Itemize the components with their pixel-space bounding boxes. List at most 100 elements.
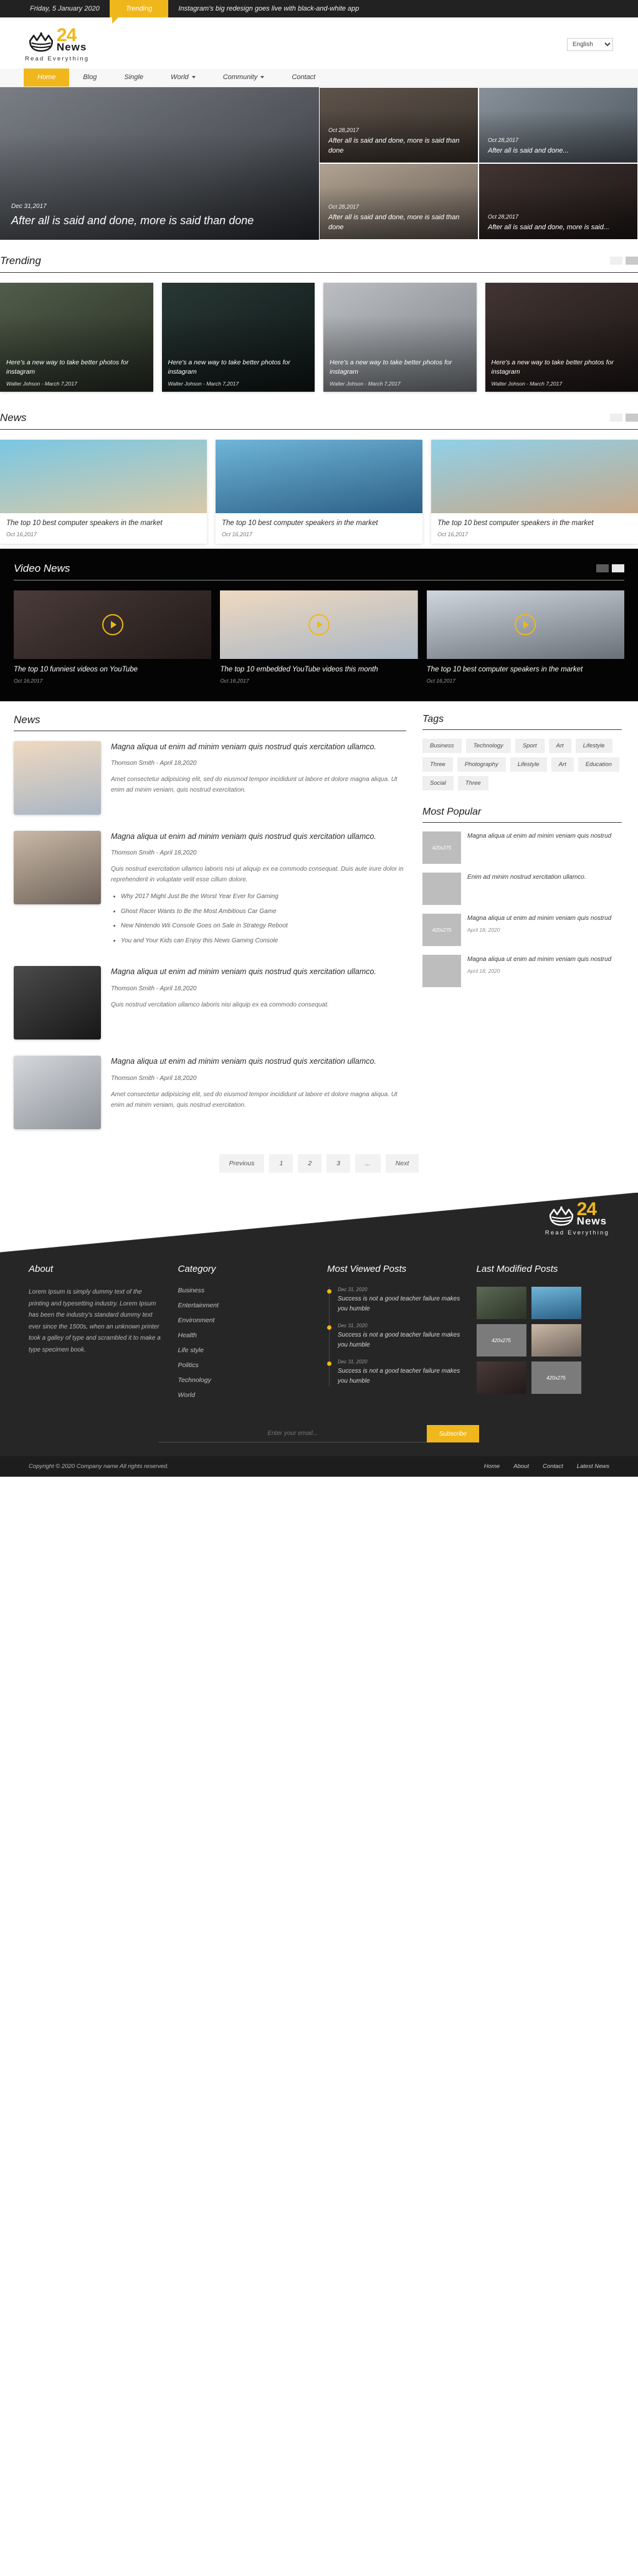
- footer-category-item[interactable]: Health: [178, 1332, 312, 1339]
- language-select[interactable]: English: [567, 38, 613, 52]
- newsletter-email-input[interactable]: [158, 1425, 427, 1443]
- last-modified-thumb[interactable]: [476, 1287, 526, 1320]
- popular-thumbnail: [422, 873, 461, 905]
- blog-post[interactable]: Magna aliqua ut enim ad minim veniam qui…: [14, 1056, 406, 1130]
- trending-tab[interactable]: Trending: [109, 0, 169, 24]
- blog-post[interactable]: Magna aliqua ut enim ad minim veniam qui…: [14, 831, 406, 950]
- footer-most-viewed-title: Most Viewed Posts: [327, 1264, 407, 1275]
- news-card[interactable]: The top 10 best computer speakers in the…: [0, 439, 207, 544]
- tag-item[interactable]: Art: [551, 757, 574, 772]
- nav-label: Blog: [83, 73, 97, 81]
- tag-item[interactable]: Three: [422, 757, 453, 772]
- footer-category-item[interactable]: Environment: [178, 1317, 312, 1324]
- play-icon[interactable]: [308, 613, 330, 635]
- hero-main-story[interactable]: Dec 31,2017 After all is said and done, …: [0, 87, 319, 240]
- subscribe-button[interactable]: Subscribe: [426, 1425, 480, 1443]
- pagination-previous[interactable]: Previous: [219, 1154, 265, 1173]
- carousel-next-button[interactable]: [626, 414, 638, 422]
- nav-label: Community: [222, 73, 258, 81]
- footer-category-item[interactable]: Entertainment: [178, 1302, 312, 1309]
- last-modified-thumb[interactable]: [531, 1324, 581, 1357]
- tag-item[interactable]: Lifestyle: [575, 739, 612, 753]
- hero-tile[interactable]: Oct 28,2017 After all is said and done..…: [478, 87, 638, 163]
- tag-item[interactable]: Social: [422, 776, 454, 790]
- footer-category-item[interactable]: Technology: [178, 1376, 312, 1384]
- pagination-page-3[interactable]: 3: [326, 1154, 351, 1173]
- carousel-prev-button[interactable]: [596, 564, 609, 573]
- card-title: The top 10 best computer speakers in the…: [222, 519, 378, 527]
- popular-item[interactable]: 420x275 Magna aliqua ut enim ad minim ve…: [422, 914, 622, 946]
- footer-link-home[interactable]: Home: [484, 1463, 500, 1470]
- carousel-next-button[interactable]: [612, 564, 624, 573]
- trending-card[interactable]: Here's a new way to take better photos f…: [323, 282, 477, 392]
- pagination-page-2[interactable]: 2: [298, 1154, 322, 1173]
- hero-tile-title: After all is said and done, more is said…: [488, 223, 610, 231]
- news-card[interactable]: The top 10 best computer speakers in the…: [216, 439, 422, 544]
- video-card[interactable]: The top 10 best computer speakers in the…: [426, 590, 624, 684]
- footer-link-contact[interactable]: Contact: [543, 1463, 563, 1470]
- last-modified-thumb[interactable]: 420x275: [476, 1324, 526, 1357]
- carousel-prev-button[interactable]: [610, 414, 622, 422]
- popular-item[interactable]: Magna aliqua ut enim ad minim veniam qui…: [422, 955, 622, 987]
- play-icon[interactable]: [515, 613, 536, 635]
- site-header: 24 News Read Everything English: [0, 17, 638, 69]
- nav-item-blog[interactable]: Blog: [69, 69, 110, 87]
- play-icon[interactable]: [102, 613, 123, 635]
- tag-item[interactable]: Technology: [465, 739, 511, 753]
- tag-item[interactable]: Sport: [515, 739, 545, 753]
- tag-item[interactable]: Art: [548, 739, 571, 753]
- footer-category-item[interactable]: Life style: [178, 1347, 312, 1354]
- hero-tile[interactable]: Oct 28,2017 After all is said and done, …: [478, 163, 638, 240]
- footer-link-latest-news[interactable]: Latest News: [577, 1463, 609, 1470]
- tag-item[interactable]: Business: [422, 739, 462, 753]
- most-viewed-item[interactable]: Dec 31, 2020 Success is not a good teach…: [327, 1323, 460, 1350]
- trending-headline[interactable]: Instagram's big redesign goes live with …: [168, 0, 369, 17]
- post-meta: Thomson Smith - April 18,2020: [111, 850, 197, 857]
- footer-bottom-bar: Copyright © 2020 Company name All rights…: [0, 1456, 638, 1477]
- tag-item[interactable]: Lifestyle: [510, 757, 547, 772]
- tag-item[interactable]: Photography: [457, 757, 506, 772]
- popular-item[interactable]: 420x275 Magna aliqua ut enim ad minim ve…: [422, 831, 622, 864]
- blog-post[interactable]: Magna aliqua ut enim ad minim veniam qui…: [14, 966, 406, 1040]
- most-viewed-item[interactable]: Dec 31, 2020 Success is not a good teach…: [327, 1287, 460, 1314]
- blog-post[interactable]: Magna aliqua ut enim ad minim veniam qui…: [14, 741, 406, 815]
- card-title: Here's a new way to take better photos f…: [330, 359, 452, 376]
- nav-item-home[interactable]: Home: [24, 68, 70, 87]
- last-modified-thumb[interactable]: 420x275: [531, 1361, 581, 1395]
- footer-category-item[interactable]: World: [178, 1391, 312, 1399]
- most-viewed-item[interactable]: Dec 31, 2020 Success is not a good teach…: [327, 1359, 460, 1386]
- site-logo[interactable]: 24 News Read Everything: [25, 26, 89, 62]
- trending-card[interactable]: Here's a new way to take better photos f…: [161, 282, 315, 392]
- footer-logo[interactable]: 24 News Read Everything: [545, 1200, 609, 1236]
- trending-card[interactable]: Here's a new way to take better photos f…: [485, 282, 638, 392]
- footer-link-about[interactable]: About: [513, 1463, 529, 1470]
- last-modified-thumb[interactable]: [531, 1287, 581, 1320]
- news-card[interactable]: The top 10 best computer speakers in the…: [431, 439, 638, 544]
- top-bar: Friday, 5 January 2020 Trending Instagra…: [0, 0, 638, 24]
- nav-item-world[interactable]: World: [157, 69, 209, 87]
- list-item[interactable]: New Nintendo Wii Console Goes on Sale in…: [121, 921, 406, 932]
- list-item[interactable]: Ghost Racer Wants to Be the Most Ambitio…: [121, 906, 406, 917]
- popular-item[interactable]: Enim ad minim nostrud xercitation ullamc…: [422, 873, 622, 905]
- pagination-page-1[interactable]: 1: [269, 1154, 293, 1173]
- footer-category-item[interactable]: Politics: [178, 1361, 312, 1369]
- last-modified-thumb[interactable]: [476, 1361, 526, 1395]
- tag-item[interactable]: Three: [457, 776, 488, 790]
- list-item[interactable]: You and Your Kids can Enjoy this News Ga…: [121, 935, 406, 947]
- carousel-next-button[interactable]: [626, 257, 638, 265]
- trending-card[interactable]: Here's a new way to take better photos f…: [0, 282, 153, 392]
- nav-item-community[interactable]: Community: [209, 69, 279, 87]
- pagination-next[interactable]: Next: [385, 1154, 419, 1173]
- item-title: Success is not a good teacher failure ma…: [338, 1368, 460, 1385]
- nav-item-single[interactable]: Single: [110, 69, 157, 87]
- footer-category-item[interactable]: Business: [178, 1287, 312, 1294]
- video-card[interactable]: The top 10 funniest videos on YouTube Oc…: [14, 590, 212, 684]
- tag-item[interactable]: Education: [578, 757, 619, 772]
- list-item[interactable]: Why 2017 Might Just Be the Worst Year Ev…: [121, 891, 406, 902]
- hero-tile[interactable]: Oct 28,2017 After all is said and done, …: [319, 163, 478, 240]
- hero-tile[interactable]: Oct 28,2017 After all is said and done, …: [319, 87, 478, 163]
- carousel-prev-button[interactable]: [610, 257, 622, 265]
- card-meta: Walter Johson - March 7,2017: [491, 380, 563, 387]
- nav-item-contact[interactable]: Contact: [278, 69, 329, 87]
- video-card[interactable]: The top 10 embedded YouTube videos this …: [220, 590, 418, 684]
